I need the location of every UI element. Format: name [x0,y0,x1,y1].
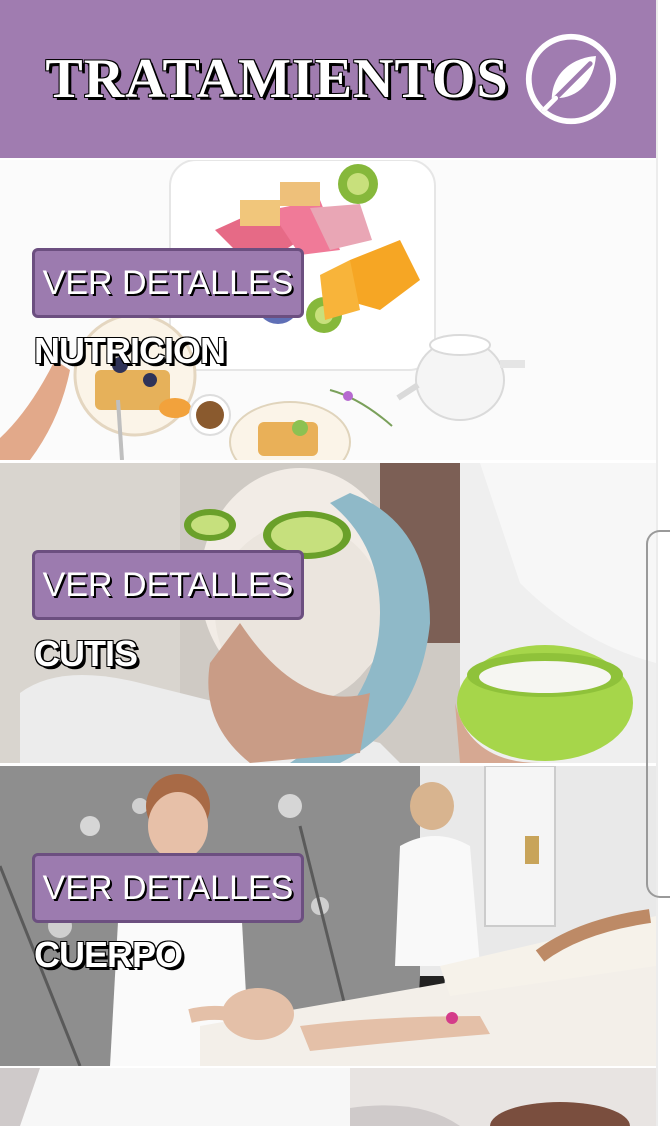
ver-detalles-button-nutricion[interactable]: VER DETALLES [32,248,304,318]
treatment-label-cuerpo: CUERPO [34,934,183,975]
treatment-label-nutricion: NUTRICION [34,330,226,371]
leaf-icon [525,33,616,125]
treatment-card-4[interactable] [0,1068,656,1126]
page-title: TRATAMIENTOS [45,48,509,110]
treatment-photo [0,1068,656,1126]
treatment-card-cuerpo[interactable]: VER DETALLES CUERPO [0,766,656,1066]
treatment-label-cutis: CUTIS [34,633,138,674]
treatment-card-cutis[interactable]: VER DETALLES CUTIS [0,463,656,763]
ver-detalles-button-cutis[interactable]: VER DETALLES [32,550,304,620]
ver-detalles-button-cuerpo[interactable]: VER DETALLES [32,853,304,923]
page-header: TRATAMIENTOS [0,0,656,158]
scroll-handle[interactable] [646,530,670,898]
treatment-card-nutricion[interactable]: VER DETALLES NUTRICION [0,160,656,460]
